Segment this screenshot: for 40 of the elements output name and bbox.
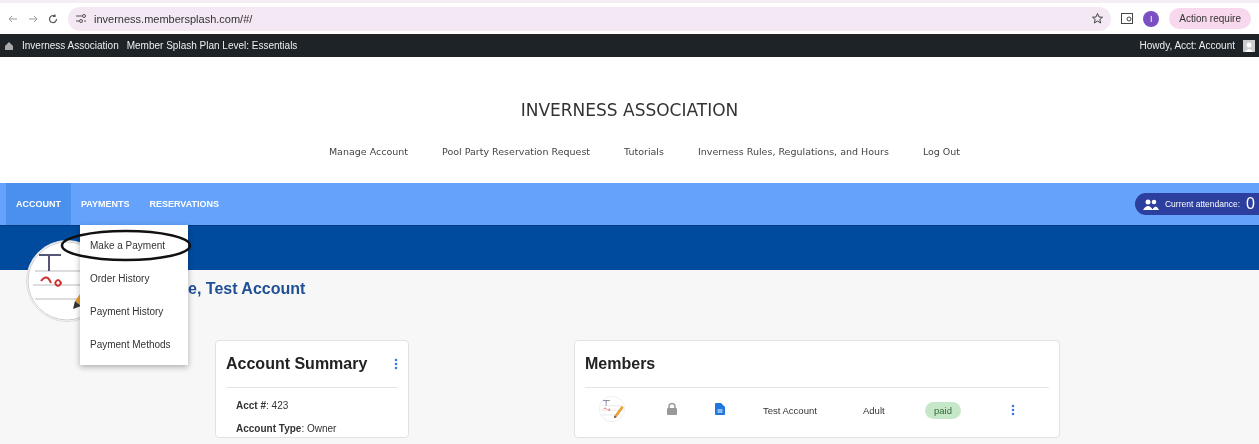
welcome-heading: e, Test Account: [188, 280, 306, 298]
test-badge-drawing: [599, 396, 625, 422]
address-bar[interactable]: inverness.membersplash.com/#/: [68, 6, 1112, 31]
lock-icon[interactable]: [667, 403, 677, 415]
card-title: Account Summary: [226, 355, 369, 373]
home-icon[interactable]: [4, 40, 14, 51]
attendance-count: 0: [1246, 195, 1255, 213]
menu-item[interactable]: Payment Methods: [80, 328, 188, 361]
more-icon[interactable]: [1011, 404, 1015, 416]
header-link[interactable]: Tutorials: [624, 146, 664, 157]
forward-icon[interactable]: [28, 14, 38, 23]
summary-field: Acct #: 423: [226, 400, 398, 411]
menu-item[interactable]: Order History: [80, 262, 188, 295]
site-name[interactable]: Inverness Association: [22, 40, 119, 51]
header-link[interactable]: Inverness Rules, Regulations, and Hours: [697, 146, 889, 157]
card-title: Members: [585, 355, 657, 373]
menu-item[interactable]: Make a Payment: [60, 229, 192, 262]
people-icon: [1142, 198, 1159, 210]
menu-item[interactable]: Payment History: [80, 295, 188, 328]
side-panel-icon[interactable]: [1121, 13, 1134, 24]
back-icon[interactable]: [8, 14, 18, 23]
header-link[interactable]: Manage Account: [328, 146, 408, 157]
site-title: INVERNESS ASSOCIATION: [520, 100, 739, 120]
reload-icon[interactable]: [48, 13, 58, 24]
star-icon[interactable]: [1092, 13, 1104, 24]
header-link[interactable]: Pool Party Reservation Request: [442, 146, 591, 157]
profile-avatar[interactable]: I: [1143, 10, 1160, 27]
user-avatar-icon[interactable]: [1243, 39, 1255, 52]
attendance-label: Current attendance:: [1164, 199, 1241, 209]
member-type: Adult: [863, 404, 886, 416]
more-icon[interactable]: [394, 358, 398, 370]
summary-field: Account Type: Owner: [226, 423, 398, 434]
status-badge: paid: [925, 401, 961, 419]
greeting[interactable]: Howdy, Acct: Account: [1139, 40, 1235, 51]
member-name: Test Account: [763, 404, 818, 416]
site-settings-icon[interactable]: [76, 14, 86, 23]
header-link[interactable]: Log Out: [922, 146, 961, 157]
document-icon[interactable]: [715, 403, 725, 415]
action-chip[interactable]: Action require: [1169, 8, 1251, 29]
plan-level: Member Splash Plan Level: Essentials: [126, 40, 298, 51]
